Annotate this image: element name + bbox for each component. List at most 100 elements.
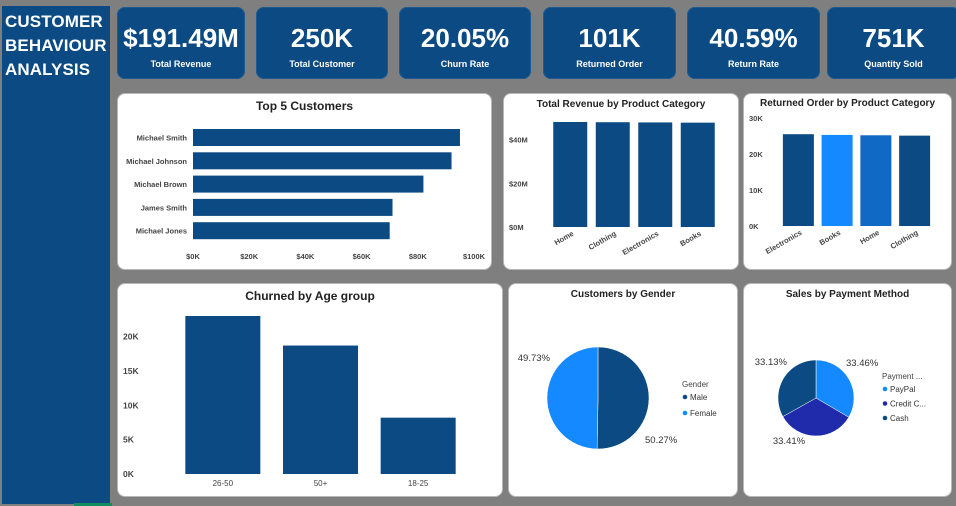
category-label: Michael Jones [136,227,187,236]
title-line-3: ANALYSIS [5,60,91,79]
bar [193,129,460,146]
tick-label: 5K [123,435,135,445]
slice-label: 50.27% [645,435,678,446]
churn-age-chart: 0K 5K 10K 15K 20K 26-50 50+ 18-25 [123,316,456,488]
category-label: 50+ [314,479,328,488]
bar [782,134,814,226]
card-returned-category[interactable]: Returned Order by Product Category 0K 10K… [743,93,952,270]
card-churn-age[interactable]: Churned by Age group 0K 5K 10K 15K 20K 26-50 5… [117,283,503,497]
pie-slice [596,346,650,450]
pie-slice [546,346,599,450]
kpi-value: 101K [578,23,641,53]
bar [821,134,853,226]
category-label: Michael Brown [134,180,187,189]
tick-label: $20K [240,252,259,261]
kpi-value: 40.59% [709,23,798,53]
kpi-returned-order[interactable]: 101K Returned Order [543,7,676,79]
bar [595,122,630,227]
slice-label: 33.13% [755,357,788,368]
kpi-label: Quantity Sold [864,59,923,69]
tick-label: 0K [123,469,135,479]
category-label: Books [818,228,842,247]
revenue-category-chart: $0M $20M $40M Home Clothing Electronics Books [509,122,715,257]
payment-chart: 33.46% 33.41% 33.13% Payment ... PayPal Credi… [755,357,926,447]
kpi-churn-rate[interactable]: 20.05% Churn Rate [399,7,531,79]
tick-label: 20K [749,150,763,159]
bar [553,122,588,227]
legend-marker [682,394,688,400]
tick-label: $80K [409,252,428,261]
kpi-label: Returned Order [576,59,643,69]
card-gender[interactable]: Customers by Gender 50.27% 49.73% Gender Ma… [508,283,738,497]
kpi-total-revenue[interactable]: $191.49M Total Revenue [117,7,245,79]
card-top5-customers[interactable]: Top 5 Customers Michael Smith Michael Joh… [117,93,492,270]
kpi-value: $191.49M [123,23,239,53]
category-label: James Smith [141,203,188,212]
category-label: Michael Johnson [126,157,187,166]
bar [860,135,892,226]
bar [193,175,424,193]
kpi-label: Total Revenue [150,59,212,69]
kpi-quantity-sold[interactable]: 751K Quantity Sold [827,7,956,79]
card-payment[interactable]: Sales by Payment Method 33.46% 33.41% 33.1… [743,283,952,497]
category-label: Clothing [587,229,618,252]
kpi-value: 20.05% [420,23,510,53]
kpi-label: Return Rate [727,59,779,69]
slice-label: 33.46% [846,358,879,369]
title-line-2: BEHAVIOUR [5,36,107,55]
tick-label: $60K [353,252,372,261]
legend-marker [882,415,888,421]
bar [283,345,358,474]
category-label: Clothing [889,228,920,251]
legend-item: Cash [890,414,909,423]
returned-category-chart: 0K 10K 20K 30K Electronics Books Home Clothing [749,114,931,256]
top5-chart: Michael Smith Michael Johnson Michael Brow… [126,129,486,261]
slice-label: 33.41% [773,436,806,447]
card-revenue-category[interactable]: Total Revenue by Product Category $0M $20… [503,93,739,270]
tick-label: $40K [296,252,315,261]
category-label: Electronics [764,228,804,256]
bar [193,152,452,170]
category-label: 18-25 [408,479,429,488]
category-label: Books [678,229,702,248]
tick-label: 15K [123,366,139,376]
kpi-total-customer[interactable]: 250K Total Customer [256,7,388,79]
legend-marker [882,401,888,406]
sidebar: CUSTOMER BEHAVIOUR ANALYSIS [2,6,110,504]
tick-label: 0K [749,222,759,231]
kpi-value: 250K [290,23,354,53]
tick-label: $0K [186,252,200,261]
bar [638,122,673,227]
tick-label: 30K [749,114,763,123]
category-label: 26-50 [213,479,234,488]
tick-label: 10K [123,400,139,410]
bar [680,122,715,227]
category-label: Electronics [621,229,661,257]
kpi-return-rate[interactable]: 40.59% Return Rate [687,7,820,79]
tick-label: $20M [509,179,528,188]
bar [185,316,261,474]
category-label: Michael Smith [137,134,188,143]
category-label: Home [858,228,881,246]
legend-marker [682,410,688,416]
slice-label: 49.73% [518,353,551,364]
legend-item: Female [690,409,717,418]
tick-label: 10K [749,186,763,195]
legend-item: Male [690,393,708,402]
tick-label: $0M [509,223,524,232]
bar [899,135,931,226]
legend-item: Credit C... [890,400,926,409]
gender-chart: 50.27% 49.73% Gender Male Female [518,346,717,450]
title-line-1: CUSTOMER [5,12,103,31]
legend-title: Gender [682,380,709,389]
tick-label: 20K [123,332,139,342]
kpi-label: Churn Rate [440,59,490,69]
tick-label: $40M [509,136,528,145]
bar [380,417,456,474]
kpi-label: Total Customer [289,59,355,69]
category-label: Home [553,229,576,247]
kpi-value: 751K [862,23,925,53]
bar [193,198,393,216]
tick-label: $100K [463,252,486,261]
dashboard-title: CUSTOMER BEHAVIOUR ANALYSIS [2,6,110,82]
